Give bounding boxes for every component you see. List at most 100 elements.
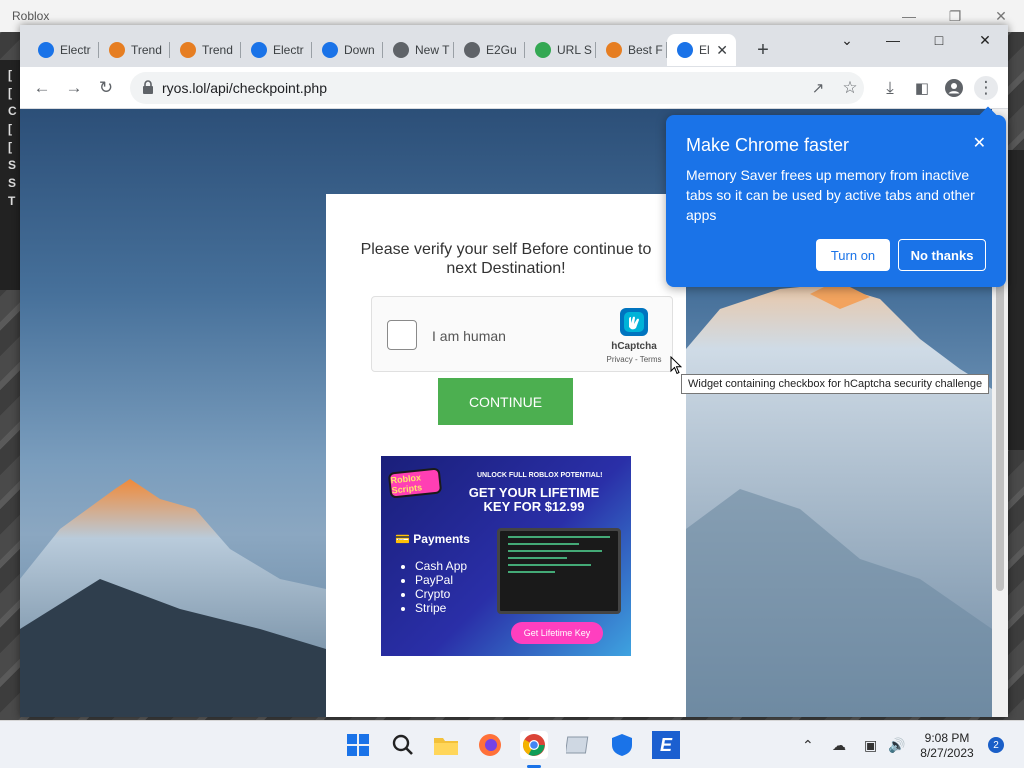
background-fragment: [ <box>8 122 12 136</box>
background-fragment: T <box>8 194 16 208</box>
profile-icon[interactable] <box>942 76 966 100</box>
ad-cta-button[interactable]: Get Lifetime Key <box>511 622 603 644</box>
tab-6[interactable]: New T <box>383 35 454 65</box>
start-windows-icon[interactable] <box>344 731 372 759</box>
tab-label: Best F <box>628 43 663 57</box>
download-icon <box>322 42 338 58</box>
tab-label: El <box>699 43 710 57</box>
advert-banner[interactable]: Roblox Scripts UNLOCK FULL ROBLOX POTENT… <box>381 456 631 656</box>
address-bar[interactable]: ryos.lol/api/checkpoint.php ↗ ☆ <box>130 72 864 104</box>
trend-icon <box>180 42 196 58</box>
checkpoint-card: Please verify your self Before continue … <box>326 194 686 717</box>
reload-icon[interactable]: ↻ <box>94 76 118 100</box>
hcaptcha-widget[interactable]: I am human hCaptcha Privacy - Terms <box>371 296 673 372</box>
background-fragment: [ <box>8 68 12 82</box>
tab-1[interactable]: Electr <box>28 35 99 65</box>
app-window-icon[interactable] <box>564 731 592 759</box>
background-fragment: S <box>8 176 17 190</box>
bookmark-star-icon[interactable]: ☆ <box>838 76 862 100</box>
close-icon[interactable]: ✕ <box>962 25 1008 55</box>
volume-icon[interactable]: 🔊 <box>888 737 905 754</box>
background-right-strip <box>1006 150 1024 450</box>
share-icon[interactable]: ↗ <box>806 76 830 100</box>
ad-payment-method: Cash App <box>415 559 467 573</box>
close-tab-icon[interactable]: ✕ <box>716 42 728 59</box>
verify-instructions: Please verify your self Before continue … <box>360 241 652 277</box>
tab-10[interactable]: El ✕ <box>667 34 736 66</box>
url-icon <box>535 42 551 58</box>
tab-8[interactable]: URL S <box>525 35 596 65</box>
tab-4[interactable]: Electr <box>241 35 312 65</box>
tray-overflow-icon[interactable]: ⌃ <box>802 737 814 754</box>
ad-payment-method: Crypto <box>415 587 467 601</box>
tab-label: Trend <box>202 43 233 57</box>
system-clock[interactable]: 9:08 PM 8/27/2023 <box>912 731 982 761</box>
notification-badge[interactable]: 2 <box>988 737 1004 753</box>
download-icon[interactable]: ⤓ <box>878 76 902 100</box>
hcaptcha-links[interactable]: Privacy - Terms <box>602 355 666 364</box>
tab-label: New T <box>415 43 450 57</box>
search-icon[interactable] <box>389 731 417 759</box>
tab-9[interactable]: Best F <box>596 35 667 65</box>
close-icon[interactable]: ✕ <box>973 133 986 153</box>
chrome-icon[interactable] <box>520 731 548 759</box>
chrome-icon <box>393 42 409 58</box>
popup-body: Memory Saver frees up memory from inacti… <box>686 167 975 223</box>
tab-3[interactable]: Trend <box>170 35 241 65</box>
turn-on-button[interactable]: Turn on <box>816 239 890 271</box>
back-icon[interactable]: ← <box>30 76 54 100</box>
ad-payment-method: Stripe <box>415 601 467 615</box>
ad-laptop-image <box>497 528 621 614</box>
tab-2[interactable]: Trend <box>99 35 170 65</box>
maximize-icon[interactable]: □ <box>916 25 962 55</box>
ad-payment-method: PayPal <box>415 573 467 587</box>
ad-tagline: UNLOCK FULL ROBLOX POTENTIAL! <box>477 472 603 479</box>
background-fragment: [ <box>8 140 12 154</box>
tab-5[interactable]: Down <box>312 35 383 65</box>
firefox-icon[interactable] <box>476 731 504 759</box>
clock-date: 8/27/2023 <box>920 746 974 760</box>
ad-headline: GET YOUR LIFETIME KEY FOR $12.99 <box>468 485 600 514</box>
no-thanks-button[interactable]: No thanks <box>898 239 986 271</box>
electron-icon <box>38 42 54 58</box>
tab-label: Trend <box>131 43 162 57</box>
side-panel-icon[interactable]: ◧ <box>910 76 934 100</box>
tooltip: Widget containing checkbox for hCaptcha … <box>681 374 990 394</box>
tab-label: Down <box>344 43 375 57</box>
tab-label: Electr <box>273 43 304 57</box>
hcaptcha-brand: hCaptcha <box>611 341 657 352</box>
chrome-promo-bubble: Make Chrome faster ✕ Memory Saver frees … <box>666 106 1006 287</box>
tab-7[interactable]: E2Gu <box>454 35 525 65</box>
minimize-icon[interactable]: — <box>870 25 916 55</box>
electron-icon <box>251 42 267 58</box>
ad-payment-methods: Cash App PayPal Crypto Stripe <box>415 559 467 615</box>
tab-label: E2Gu <box>486 43 517 57</box>
electron-icon <box>677 42 693 58</box>
onedrive-icon[interactable]: ☁ <box>832 737 846 754</box>
url-text[interactable]: ryos.lol/api/checkpoint.php <box>162 80 327 96</box>
hcaptcha-checkbox[interactable] <box>387 320 417 350</box>
mouse-cursor-icon <box>670 356 682 375</box>
continue-button[interactable]: CONTINUE <box>438 378 573 425</box>
hcaptcha-label: I am human <box>432 328 506 344</box>
tab-label: URL S <box>557 43 592 57</box>
menu-kebab-icon[interactable]: ⋮ <box>974 76 998 100</box>
forward-icon[interactable]: → <box>62 76 86 100</box>
background-text-fragments: [[C[[S S T <box>0 60 20 290</box>
tab-strip: Electr Trend Trend Electr Down New T E2Gu URL S… <box>20 25 1008 67</box>
tab-search-icon[interactable]: ⌄ <box>824 25 870 55</box>
electron-app-icon[interactable]: E <box>652 731 680 759</box>
chrome-window: Electr Trend Trend Electr Down New T E2Gu URL S… <box>20 25 1008 717</box>
trend-icon <box>109 42 125 58</box>
background-fragment: S <box>8 158 17 172</box>
taskbar: E ⌃ ☁ ▣ 🔊 9:08 PM 8/27/2023 2 <box>0 720 1024 768</box>
file-explorer-icon[interactable] <box>432 731 460 759</box>
background-fragment: C <box>8 104 17 118</box>
new-tab-button[interactable]: + <box>750 37 776 63</box>
network-icon[interactable]: ▣ <box>864 737 877 754</box>
defender-shield-icon[interactable] <box>608 731 636 759</box>
browser-toolbar: ← → ↻ ryos.lol/api/checkpoint.php ↗ ☆ ⤓ … <box>20 67 1008 109</box>
lock-icon[interactable] <box>142 80 154 94</box>
tab-label: Electr <box>60 43 91 57</box>
ad-payments-label: 💳 Payments <box>395 532 470 546</box>
